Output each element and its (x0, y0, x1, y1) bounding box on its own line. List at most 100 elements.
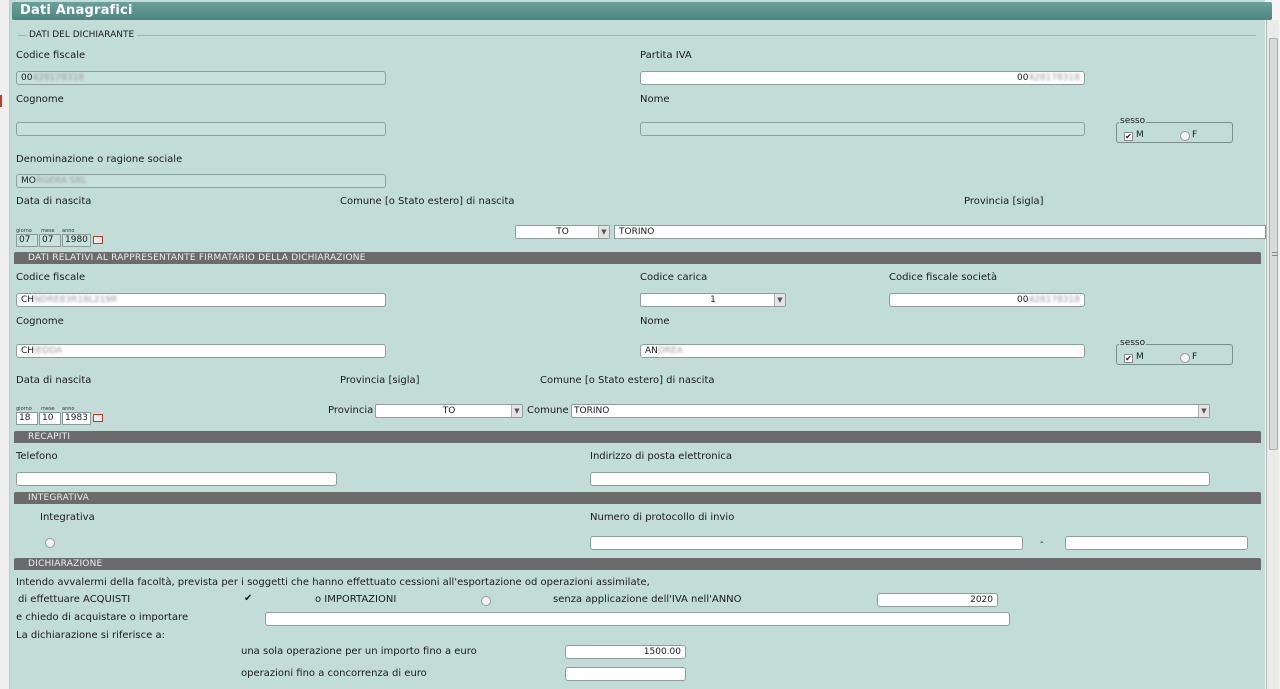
codice-fiscale-prefix: 00 (21, 73, 33, 83)
chiedo-label: e chiedo di acquistare o importare (16, 612, 189, 623)
cognome-field[interactable] (16, 122, 386, 136)
codice-carica-value: 1 (710, 295, 716, 305)
riferisce-label: La dichiarazione si riferisce a: (16, 630, 165, 641)
codice-fiscale-field[interactable]: 00428178318 (16, 71, 386, 85)
chevron-down-icon: ▼ (774, 294, 785, 306)
sesso-group: sesso ✔ M F (1116, 116, 1233, 143)
rapp-codice-fiscale-field[interactable]: CHNDRE83R18L219R (16, 293, 386, 307)
nome-label: Nome (640, 94, 670, 105)
cognome-label: Cognome (16, 94, 64, 105)
rapp-comune-value: TORINO (574, 406, 610, 416)
fieldset-border-dichiarante (18, 35, 1256, 36)
senza-iva-label: senza applicazione dell'IVA nell'ANNO (553, 594, 742, 605)
rapp-sesso-m-label: M (1136, 352, 1144, 362)
rapp-cognome-field[interactable]: CHIEDDA (16, 344, 386, 358)
data-nascita-label: Data di nascita (16, 196, 92, 207)
denominazione-field[interactable]: MORGERA SRL (16, 174, 386, 188)
rapp-comune-nascita-label: Comune [o Stato estero] di nascita (540, 375, 715, 386)
rapp-nome-field[interactable]: ANDREA (640, 344, 1085, 358)
giorno-field[interactable]: 07 (16, 234, 38, 247)
calendar-icon[interactable] (93, 236, 103, 244)
rapp-provincia-value: TO (442, 406, 456, 416)
sola-operazione-field[interactable]: 1500.00 (565, 645, 686, 659)
sesso-legend: sesso (1119, 116, 1147, 126)
left-edge-marker (0, 95, 2, 107)
section-header-dichiarazione: DICHIARAZIONE (14, 558, 1261, 570)
rapp-sesso-m-checkbox[interactable]: ✔ (1124, 354, 1133, 363)
sesso-f-radio[interactable] (1180, 131, 1190, 141)
scrollbar-thumb[interactable] (1269, 38, 1278, 450)
sesso-m-checkbox[interactable]: ✔ (1124, 132, 1133, 141)
section-header-recapiti: RECAPITI (14, 431, 1261, 443)
denominazione-label: Denominazione o ragione sociale (16, 154, 183, 165)
rapp-sesso-f-radio[interactable] (1180, 353, 1190, 363)
acquisti-checkbox[interactable]: ✔ (244, 593, 252, 604)
rapp-anno-field[interactable]: 1983 (62, 412, 91, 425)
email-field[interactable] (590, 472, 1210, 486)
rapp-sesso-f-label: F (1192, 352, 1198, 362)
protocollo-dash: - (1040, 537, 1044, 548)
telefono-label: Telefono (16, 451, 58, 462)
cf-societa-blurred: 428178318 (1028, 295, 1080, 305)
rapp-cf-prefix: CH (21, 295, 35, 305)
email-label: Indirizzo di posta elettronica (590, 451, 732, 462)
codice-carica-select[interactable]: 1 ▼ (640, 293, 786, 307)
rapp-nome-label: Nome (640, 316, 670, 327)
cf-societa-field[interactable]: 00428178318 (889, 293, 1085, 307)
comune-field[interactable]: TORINO (614, 225, 1266, 239)
partita-iva-blurred: 428178318 (1028, 73, 1080, 83)
partita-iva-label: Partita IVA (640, 50, 692, 61)
concorrenza-field[interactable] (565, 667, 686, 681)
integrativa-label: Integrativa (40, 512, 95, 523)
scrollbar-grip-icon (1272, 252, 1278, 256)
partita-iva-prefix: 00 (1017, 73, 1029, 83)
vertical-scrollbar[interactable] (1266, 20, 1279, 689)
importazioni-label: o IMPORTAZIONI (315, 594, 397, 605)
protocollo-label: Numero di protocollo di invio (590, 512, 735, 523)
nome-field[interactable] (640, 122, 1085, 136)
rapp-comune-select[interactable]: TORINO ▼ (571, 404, 1210, 418)
rapp-provincia-sigla-label: Provincia [sigla] (340, 375, 420, 386)
anno-field[interactable]: 1980 (62, 234, 91, 247)
window-title: Dati Anagrafici (20, 3, 133, 18)
section-header-rappresentante: DATI RELATIVI AL RAPPRESENTANTE FIRMATAR… (14, 252, 1261, 264)
window-title-bar: Dati Anagrafici (12, 2, 1272, 20)
chevron-down-icon: ▼ (1198, 405, 1209, 417)
comune-inline-label: Comune (527, 405, 569, 416)
importazioni-radio[interactable] (481, 596, 491, 606)
provincia-inline-label: Provincia (328, 405, 374, 416)
acquisti-label: di effettuare ACQUISTI (18, 594, 131, 605)
fieldset-legend-dichiarante: DATI DEL DICHIARANTE (26, 30, 138, 40)
rapp-codice-fiscale-label: Codice fiscale (16, 272, 86, 283)
chevron-down-icon: ▼ (511, 405, 522, 417)
rapp-mese-field[interactable]: 10 (39, 412, 61, 425)
rapp-nome-prefix: AN (645, 346, 658, 356)
integrativa-radio[interactable] (45, 538, 55, 548)
telefono-field[interactable] (16, 472, 337, 486)
denominazione-prefix: MO (21, 176, 36, 186)
rapp-giorno-field[interactable]: 18 (16, 412, 38, 425)
provincia-label: Provincia [sigla] (964, 196, 1044, 207)
sesso-f-label: F (1192, 130, 1198, 140)
rapp-data-nascita-label: Data di nascita (16, 375, 92, 386)
concorrenza-label: operazioni fino a concorrenza di euro (241, 668, 427, 679)
beni-field[interactable] (265, 612, 1010, 626)
rapp-calendar-icon[interactable] (93, 414, 103, 422)
rapp-sesso-legend: sesso (1119, 338, 1147, 348)
comune-nascita-label: Comune [o Stato estero] di nascita (340, 196, 515, 207)
anno-iva-field[interactable]: 2020 (877, 593, 998, 607)
section-header-integrativa: INTEGRATIVA (14, 492, 1261, 504)
dichiarazione-intro: Intendo avvalermi della facoltà, previst… (16, 577, 650, 588)
chevron-down-icon: ▼ (598, 226, 609, 238)
cf-societa-label: Codice fiscale società (889, 272, 998, 283)
sesso-m-label: M (1136, 130, 1144, 140)
rapp-cognome-prefix: CH (21, 346, 35, 356)
partita-iva-field[interactable]: 00428178318 (640, 71, 1085, 85)
denominazione-blurred: RGERA SRL (35, 176, 87, 186)
rapp-cognome-label: Cognome (16, 316, 64, 327)
mese-field[interactable]: 07 (39, 234, 61, 247)
rapp-provincia-select[interactable]: TO ▼ (375, 404, 523, 418)
protocollo-field[interactable] (590, 536, 1023, 550)
provincia-select[interactable]: TO ▼ (515, 225, 610, 239)
protocollo-suffix-field[interactable] (1065, 536, 1248, 550)
